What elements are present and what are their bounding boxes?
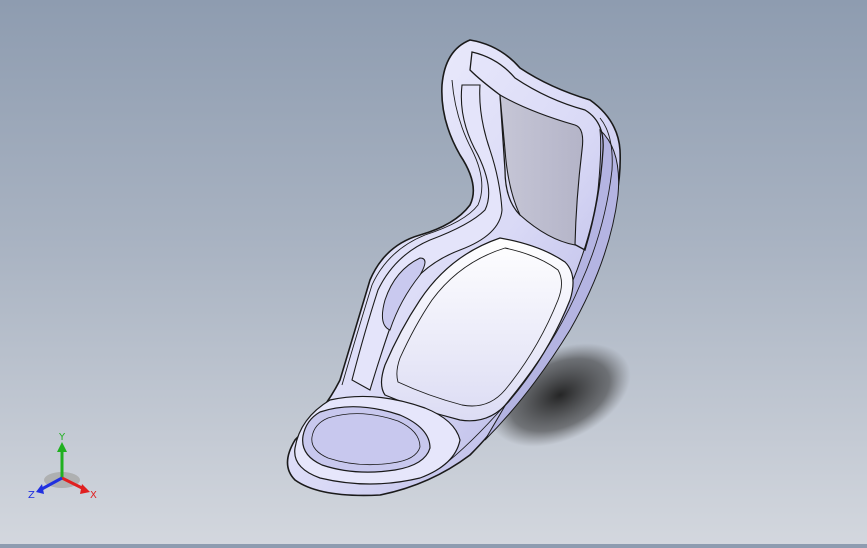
seat-model[interactable] <box>0 0 867 544</box>
orientation-triad: Y X Z <box>26 428 106 504</box>
y-axis-label: Y <box>58 432 66 443</box>
x-axis-arrow <box>80 484 90 494</box>
z-axis-arrow <box>36 484 44 494</box>
z-axis-label: Z <box>28 490 35 501</box>
x-axis-label: X <box>90 490 97 501</box>
graphics-viewport[interactable] <box>0 0 867 544</box>
y-axis-arrow <box>57 442 67 452</box>
